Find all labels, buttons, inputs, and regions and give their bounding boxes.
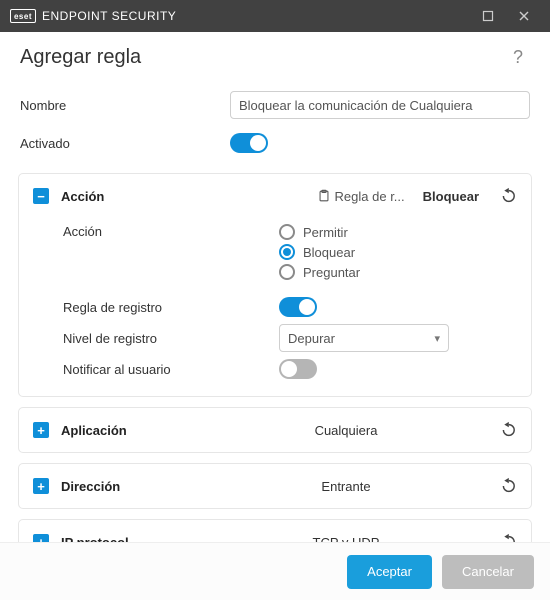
panel-application-summary: Cualquiera bbox=[213, 423, 479, 438]
expand-icon: + bbox=[33, 534, 49, 542]
panel-protocol: + IP protocol TCP y UDP bbox=[18, 519, 532, 542]
log-rule-chip-text: Regla de r... bbox=[335, 189, 405, 204]
panel-application-title: Aplicación bbox=[61, 423, 201, 438]
content-scroll[interactable]: Agregar regla ? Nombre Activado − Acción… bbox=[0, 32, 550, 542]
log-rule-label: Regla de registro bbox=[63, 300, 279, 315]
action-radio-group: Permitir Bloquear Preguntar bbox=[279, 224, 360, 280]
panel-action-title: Acción bbox=[61, 189, 201, 204]
name-label: Nombre bbox=[20, 98, 230, 113]
page-title: Agregar regla bbox=[20, 46, 506, 69]
revert-application-button[interactable] bbox=[497, 420, 517, 440]
window-maximize-button[interactable] bbox=[470, 0, 506, 32]
panel-direction-summary: Entrante bbox=[213, 479, 479, 494]
panel-application-header[interactable]: + Aplicación Cualquiera bbox=[19, 408, 531, 452]
notify-toggle[interactable] bbox=[279, 359, 317, 379]
revert-protocol-button[interactable] bbox=[497, 532, 517, 542]
radio-icon bbox=[279, 264, 295, 280]
window-close-button[interactable] bbox=[506, 0, 542, 32]
log-level-value: Depurar bbox=[288, 331, 335, 346]
log-rule-toggle[interactable] bbox=[279, 297, 317, 317]
revert-action-button[interactable] bbox=[497, 186, 517, 206]
help-button[interactable]: ? bbox=[506, 47, 530, 68]
action-radio-permit[interactable]: Permitir bbox=[279, 224, 360, 240]
revert-direction-button[interactable] bbox=[497, 476, 517, 496]
radio-icon bbox=[279, 224, 295, 240]
action-label: Acción bbox=[63, 224, 279, 239]
panel-action-summary: Bloquear bbox=[423, 189, 479, 204]
panel-action: − Acción Regla de r... Bloquear Acción bbox=[18, 173, 532, 397]
expand-icon: + bbox=[33, 478, 49, 494]
panel-protocol-title: IP protocol bbox=[61, 535, 201, 543]
panel-action-header[interactable]: − Acción Regla de r... Bloquear bbox=[19, 174, 531, 218]
action-radio-block[interactable]: Bloquear bbox=[279, 244, 360, 260]
notify-label: Notificar al usuario bbox=[63, 362, 279, 377]
panel-application: + Aplicación Cualquiera bbox=[18, 407, 532, 453]
product-name: ENDPOINT SECURITY bbox=[42, 9, 176, 23]
product-logo: eset ENDPOINT SECURITY bbox=[10, 9, 176, 23]
logo-badge: eset bbox=[10, 9, 36, 23]
action-radio-block-label: Bloquear bbox=[303, 245, 355, 260]
titlebar: eset ENDPOINT SECURITY bbox=[0, 0, 550, 32]
collapse-icon: − bbox=[33, 188, 49, 204]
log-level-select[interactable]: Depurar ▾ bbox=[279, 324, 449, 352]
enabled-label: Activado bbox=[20, 136, 230, 151]
log-rule-chip: Regla de r... bbox=[317, 189, 405, 204]
expand-icon: + bbox=[33, 422, 49, 438]
action-radio-ask-label: Preguntar bbox=[303, 265, 360, 280]
panel-direction-title: Dirección bbox=[61, 479, 201, 494]
name-input[interactable] bbox=[230, 91, 530, 119]
dialog-footer: Aceptar Cancelar bbox=[0, 542, 550, 600]
panel-protocol-header[interactable]: + IP protocol TCP y UDP bbox=[19, 520, 531, 542]
radio-icon bbox=[279, 244, 295, 260]
chevron-down-icon: ▾ bbox=[434, 332, 440, 345]
action-radio-permit-label: Permitir bbox=[303, 225, 348, 240]
log-level-label: Nivel de registro bbox=[63, 331, 279, 346]
cancel-button[interactable]: Cancelar bbox=[442, 555, 534, 589]
panel-direction: + Dirección Entrante bbox=[18, 463, 532, 509]
panel-direction-header[interactable]: + Dirección Entrante bbox=[19, 464, 531, 508]
action-radio-ask[interactable]: Preguntar bbox=[279, 264, 360, 280]
ok-button[interactable]: Aceptar bbox=[347, 555, 432, 589]
panel-protocol-summary: TCP y UDP bbox=[213, 535, 479, 543]
enabled-toggle[interactable] bbox=[230, 133, 268, 153]
